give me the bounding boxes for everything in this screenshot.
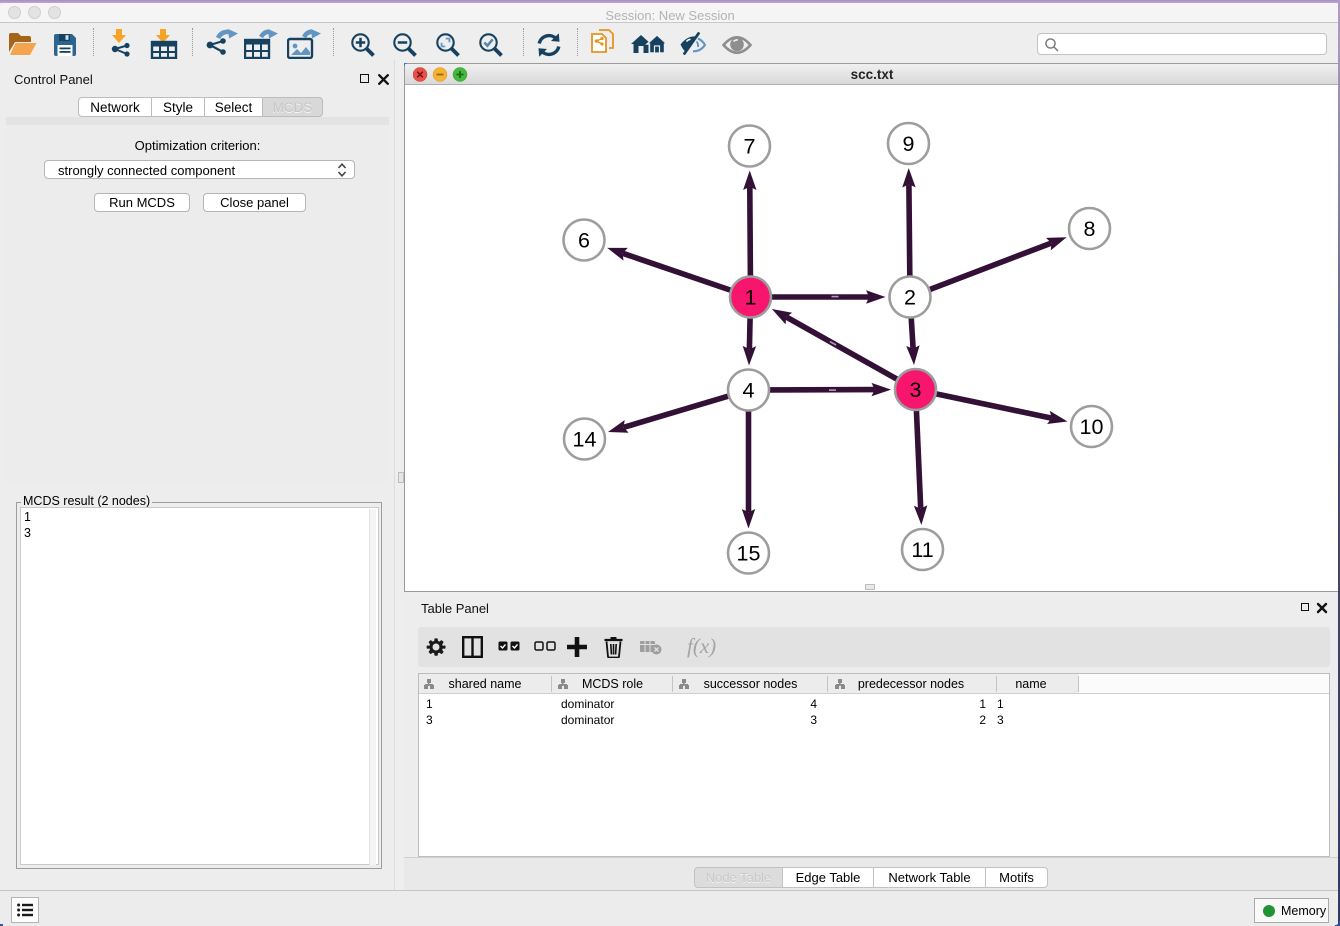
svg-text:6: 6 [578,229,590,253]
svg-text:1: 1 [745,286,757,310]
svg-text:10: 10 [1080,415,1104,439]
svg-text:2: 2 [904,286,916,310]
svg-text:8: 8 [1084,217,1096,241]
svg-text:14: 14 [573,428,597,452]
svg-text:4: 4 [743,379,755,403]
svg-text:11: 11 [911,538,933,562]
svg-text:15: 15 [737,542,761,566]
svg-text:9: 9 [903,132,915,156]
svg-text:7: 7 [744,135,756,159]
svg-text:3: 3 [910,378,922,402]
